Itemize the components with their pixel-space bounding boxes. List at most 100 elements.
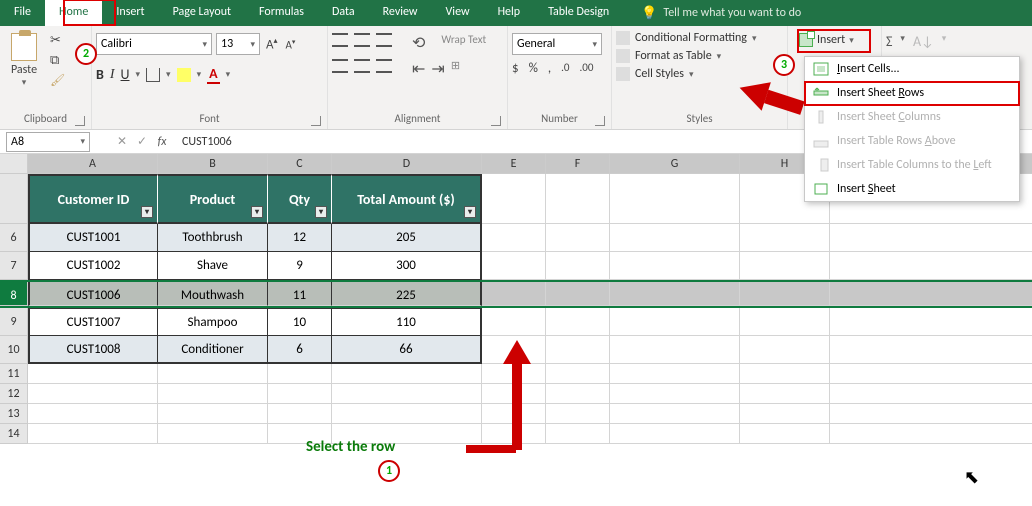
cell[interactable] xyxy=(610,364,740,384)
table-header[interactable]: Qty▾ xyxy=(268,174,332,224)
col-header-F[interactable]: F xyxy=(546,154,610,173)
col-header-C[interactable]: C xyxy=(268,154,332,173)
number-format-combo[interactable]: General▾ xyxy=(512,33,602,55)
tab-data[interactable]: Data xyxy=(318,0,369,26)
cell[interactable]: Shave xyxy=(158,252,268,280)
cell[interactable] xyxy=(740,252,830,280)
cell[interactable] xyxy=(546,252,610,280)
tab-help[interactable]: Help xyxy=(484,0,535,26)
cell[interactable] xyxy=(482,308,546,336)
fill-color-button[interactable] xyxy=(177,68,191,82)
wrap-text-button[interactable]: Wrap Text xyxy=(441,33,486,53)
cell[interactable] xyxy=(332,364,482,384)
row-header-6[interactable]: 6 xyxy=(0,224,28,252)
cell[interactable]: CUST1001 xyxy=(28,224,158,252)
cancel-formula-button[interactable]: ✕ xyxy=(112,134,132,149)
row-header-13[interactable]: 13 xyxy=(0,404,28,424)
decrease-font-button[interactable]: A▾ xyxy=(284,37,298,52)
cell[interactable] xyxy=(610,174,740,224)
cell[interactable]: 6 xyxy=(268,336,332,364)
sort-filter-button[interactable]: A↓ xyxy=(913,33,934,50)
select-all-corner[interactable] xyxy=(0,154,28,173)
tab-page-layout[interactable]: Page Layout xyxy=(159,0,245,26)
cell[interactable] xyxy=(610,404,740,424)
cut-button[interactable] xyxy=(50,33,68,49)
cell[interactable] xyxy=(740,308,830,336)
conditional-formatting-button[interactable]: Conditional Formatting▾ xyxy=(616,31,756,45)
cell[interactable]: 11 xyxy=(268,282,332,306)
table-header[interactable]: Total Amount ($)▾ xyxy=(332,174,482,224)
cell[interactable]: CUST1007 xyxy=(28,308,158,336)
col-header-D[interactable]: D xyxy=(332,154,482,173)
cell[interactable] xyxy=(610,282,740,306)
cell[interactable] xyxy=(546,336,610,364)
cell-styles-button[interactable]: Cell Styles▾ xyxy=(616,67,694,81)
cell[interactable] xyxy=(546,224,610,252)
row-header-7[interactable]: 7 xyxy=(0,252,28,280)
cell[interactable] xyxy=(610,308,740,336)
cell[interactable]: 110 xyxy=(332,308,482,336)
align-center-button[interactable] xyxy=(354,59,370,73)
percent-format-button[interactable]: % xyxy=(529,61,538,76)
increase-font-button[interactable]: A▴ xyxy=(264,36,280,52)
cell[interactable] xyxy=(830,282,1032,306)
align-right-button[interactable] xyxy=(376,59,392,73)
dialog-launcher-icon[interactable] xyxy=(595,116,605,126)
cell[interactable]: 10 xyxy=(268,308,332,336)
comma-format-button[interactable]: , xyxy=(548,61,551,76)
align-top-button[interactable] xyxy=(332,33,348,47)
cell[interactable] xyxy=(610,224,740,252)
col-header-E[interactable]: E xyxy=(482,154,546,173)
cell[interactable] xyxy=(740,404,830,424)
cell[interactable] xyxy=(482,252,546,280)
row-header[interactable] xyxy=(0,174,28,224)
italic-button[interactable]: I xyxy=(110,67,115,83)
cell[interactable] xyxy=(740,282,830,306)
filter-dropdown-icon[interactable]: ▾ xyxy=(251,206,263,218)
filter-dropdown-icon[interactable]: ▾ xyxy=(141,206,153,218)
format-painter-button[interactable] xyxy=(50,73,68,89)
cell[interactable]: Shampoo xyxy=(158,308,268,336)
table-header[interactable]: Customer ID▾ xyxy=(28,174,158,224)
row-header-11[interactable]: 11 xyxy=(0,364,28,384)
cell[interactable] xyxy=(610,336,740,364)
increase-indent-button[interactable]: ⇥ xyxy=(431,59,444,79)
tab-file[interactable]: File xyxy=(0,0,45,26)
cell[interactable]: 205 xyxy=(332,224,482,252)
underline-button[interactable]: U xyxy=(121,66,130,83)
align-bottom-button[interactable] xyxy=(376,33,392,47)
enter-formula-button[interactable]: ✓ xyxy=(132,134,152,149)
cell[interactable] xyxy=(830,308,1032,336)
tab-home[interactable]: Home xyxy=(45,0,102,26)
align-middle-button[interactable] xyxy=(354,33,370,47)
dd-insert-cells[interactable]: Insert Cells... xyxy=(805,57,1019,81)
cell[interactable]: CUST1008 xyxy=(28,336,158,364)
cell[interactable] xyxy=(158,404,268,424)
dialog-launcher-icon[interactable] xyxy=(311,116,321,126)
cell[interactable] xyxy=(740,224,830,252)
accounting-format-button[interactable]: $ xyxy=(512,61,519,76)
borders-button[interactable] xyxy=(146,68,160,82)
col-header-G[interactable]: G xyxy=(610,154,740,173)
paste-button[interactable]: Paste ▾ xyxy=(4,29,44,88)
name-box[interactable]: A8▾ xyxy=(6,132,90,152)
cell[interactable] xyxy=(740,364,830,384)
cell[interactable] xyxy=(332,404,482,424)
cell[interactable] xyxy=(740,424,830,444)
tab-insert[interactable]: Insert xyxy=(102,0,158,26)
cell[interactable] xyxy=(158,384,268,404)
tab-formulas[interactable]: Formulas xyxy=(245,0,318,26)
cell[interactable]: 66 xyxy=(332,336,482,364)
decrease-indent-button[interactable]: ⇤ xyxy=(412,59,425,79)
decrease-decimal-button[interactable]: .00 xyxy=(580,61,594,76)
format-as-table-button[interactable]: Format as Table▾ xyxy=(616,49,721,63)
cell[interactable] xyxy=(332,384,482,404)
copy-button[interactable] xyxy=(50,53,68,69)
font-color-button[interactable]: A xyxy=(207,65,219,84)
fx-button[interactable]: fx xyxy=(152,135,172,149)
cell[interactable] xyxy=(740,384,830,404)
tab-review[interactable]: Review xyxy=(369,0,432,26)
cell[interactable] xyxy=(158,364,268,384)
cell[interactable] xyxy=(28,424,158,444)
cell[interactable] xyxy=(740,336,830,364)
